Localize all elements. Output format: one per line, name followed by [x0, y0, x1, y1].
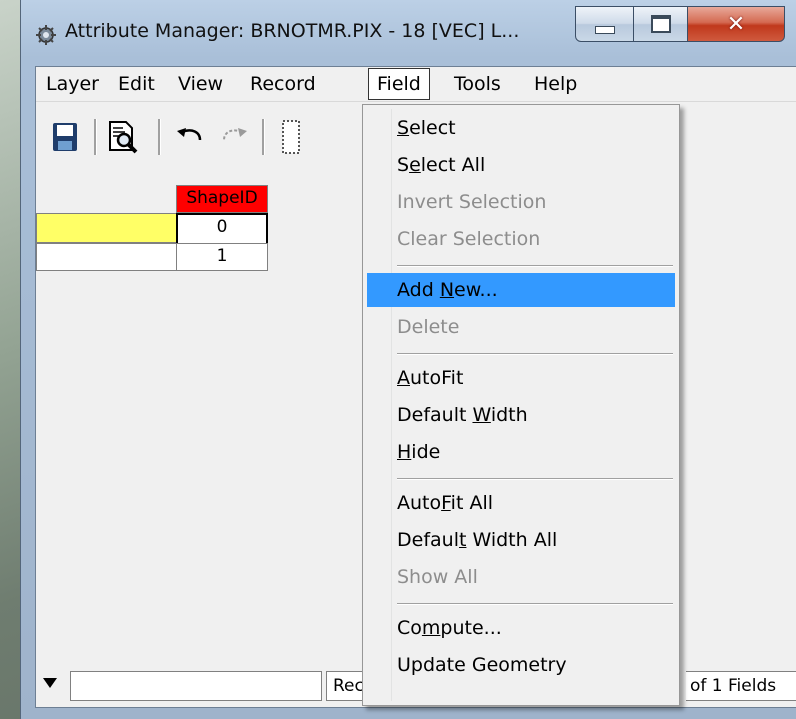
toolbar-separator [158, 119, 161, 155]
status-input[interactable] [70, 671, 322, 701]
menu-item-label: Add New... [397, 279, 498, 301]
menu-help[interactable]: Help [526, 67, 585, 101]
menu-item-label: Show All [397, 566, 478, 588]
menu-separator [397, 603, 673, 605]
table-cell-selected[interactable]: 0 [176, 213, 268, 245]
menu-tools[interactable]: Tools [446, 67, 509, 101]
table-button[interactable] [274, 117, 308, 157]
menu-item-label: Hide [397, 441, 441, 463]
menu-item-delete[interactable]: Delete [367, 310, 675, 344]
menu-item-label: Compute... [397, 617, 502, 639]
minimize-icon [595, 26, 615, 34]
menu-item-label: Invert Selection [397, 191, 547, 213]
cell-value: 0 [216, 217, 228, 237]
minimize-button[interactable] [575, 6, 635, 42]
column-header-label: ShapeID [186, 188, 258, 208]
maximize-icon [651, 15, 671, 33]
menu-edit[interactable]: Edit [110, 67, 163, 101]
status-fields: of 1 Fields [686, 671, 796, 701]
menu-item-add-new[interactable]: Add New... [367, 273, 675, 307]
close-button[interactable]: ✕ [687, 6, 785, 42]
table-icon [282, 120, 300, 154]
menu-item-hide[interactable]: Hide [367, 435, 675, 469]
toolbar-separator [262, 119, 265, 155]
menu-item-default-width-all[interactable]: Default Width All [367, 523, 675, 557]
menu-item-default-width[interactable]: Default Width [367, 398, 675, 432]
table-corner [36, 185, 158, 213]
menu-bar: Layer Edit View Record Field Tools Help [36, 67, 796, 102]
status-fields-label: of 1 Fields [690, 676, 777, 696]
save-button[interactable] [48, 117, 82, 157]
menu-item-label: Clear Selection [397, 228, 541, 250]
menu-item-label: AutoFit [397, 367, 464, 389]
menu-item-label: Delete [397, 316, 460, 338]
menu-item-label: Select [397, 117, 456, 139]
row-header[interactable] [36, 243, 178, 271]
undo-icon [177, 128, 202, 141]
menu-separator [397, 265, 673, 267]
find-button[interactable] [106, 117, 140, 157]
menu-item-select-all[interactable]: Select All [367, 148, 675, 182]
menu-item-update-geometry[interactable]: Update Geometry [367, 648, 675, 682]
redo-icon [223, 128, 247, 141]
window-title: Attribute Manager: BRNOTMR.PIX - 18 [VEC… [65, 20, 520, 42]
menu-item-label: AutoFit All [397, 492, 493, 514]
toolbar-separator [94, 119, 97, 155]
menu-separator [397, 353, 673, 355]
menu-item-compute[interactable]: Compute... [367, 611, 675, 645]
menu-layer[interactable]: Layer [38, 67, 107, 101]
find-icon [109, 121, 138, 154]
menu-field[interactable]: Field [368, 68, 430, 100]
menu-item-clear-selection[interactable]: Clear Selection [367, 222, 675, 256]
menu-item-autofit[interactable]: AutoFit [367, 361, 675, 395]
menu-item-invert-selection[interactable]: Invert Selection [367, 185, 675, 219]
down-arrow-icon[interactable] [42, 677, 58, 689]
undo-button[interactable] [172, 117, 206, 157]
redo-button[interactable] [218, 117, 252, 157]
table-cell[interactable]: 1 [176, 243, 268, 271]
menu-item-label: Select All [397, 154, 486, 176]
attribute-manager-icon [36, 25, 56, 45]
close-icon: ✕ [726, 11, 746, 37]
menu-item-label: Default Width All [397, 529, 558, 551]
menu-record[interactable]: Record [242, 67, 324, 101]
menu-view[interactable]: View [170, 67, 231, 101]
menu-item-label: Default Width [397, 404, 528, 426]
row-header-selected[interactable] [36, 213, 178, 243]
save-icon [53, 123, 77, 151]
menu-item-show-all[interactable]: Show All [367, 560, 675, 594]
column-header-shapeid[interactable]: ShapeID [176, 185, 268, 213]
title-bar[interactable]: Attribute Manager: BRNOTMR.PIX - 18 [VEC… [21, 0, 796, 66]
menu-item-autofit-all[interactable]: AutoFit All [367, 486, 675, 520]
cell-value: 1 [216, 246, 228, 266]
field-menu-dropdown: Select Select All Invert Selection Clear Se… [362, 104, 680, 706]
menu-item-label: Update Geometry [397, 654, 567, 676]
maximize-button[interactable] [633, 6, 689, 42]
menu-item-select[interactable]: Select [367, 111, 675, 145]
menu-separator [397, 478, 673, 480]
